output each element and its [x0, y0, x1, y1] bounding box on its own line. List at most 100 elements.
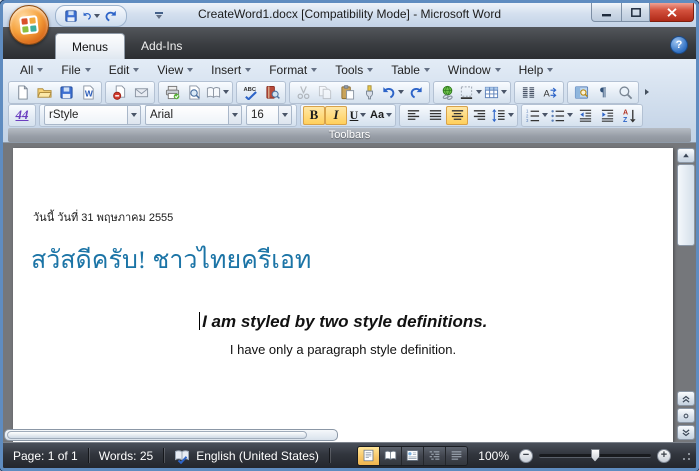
- select-browse-object-icon[interactable]: [677, 408, 695, 423]
- chevron-down-icon[interactable]: [476, 90, 482, 94]
- redo-button[interactable]: [405, 83, 427, 102]
- menu-table[interactable]: Table: [383, 61, 438, 79]
- numbered-list-button[interactable]: [524, 106, 549, 125]
- justify-button[interactable]: [424, 106, 446, 125]
- save-button[interactable]: [55, 83, 77, 102]
- spelling-check-button[interactable]: [239, 83, 261, 102]
- horizontal-scrollbar[interactable]: [4, 429, 338, 441]
- toolbar-group: 44: [8, 103, 36, 127]
- scroll-up-icon[interactable]: [677, 148, 695, 163]
- font-size-combo[interactable]: 16: [246, 105, 292, 125]
- chevron-down-icon[interactable]: [567, 113, 574, 117]
- font-combo[interactable]: Arial: [145, 105, 242, 125]
- print-layout-view-button[interactable]: [358, 446, 380, 465]
- copy-button[interactable]: [314, 83, 336, 102]
- increase-indent-button[interactable]: [596, 106, 618, 125]
- menu-view[interactable]: View: [149, 61, 201, 79]
- columns-button[interactable]: [517, 83, 539, 102]
- chevron-down-icon[interactable]: [386, 113, 393, 117]
- insert-table-button[interactable]: [483, 83, 508, 102]
- underline-icon: U: [349, 107, 359, 122]
- bulleted-list-button[interactable]: [549, 106, 574, 125]
- email-envelope-button[interactable]: [130, 83, 152, 102]
- titlebar: CreateWord1.docx [Compatibility Mode] - …: [3, 3, 696, 45]
- resize-grip[interactable]: [679, 449, 692, 462]
- underline-button[interactable]: U: [347, 106, 369, 125]
- help-icon[interactable]: ?: [670, 36, 688, 54]
- document-page[interactable]: วันนี้ วันที่ 31 พฤษภาคม 2555 สวัสดีครับ…: [13, 148, 673, 442]
- menu-insert[interactable]: Insert: [203, 61, 259, 79]
- menu-help[interactable]: Help: [511, 61, 562, 79]
- chevron-down-icon[interactable]: [223, 90, 229, 94]
- align-center-button[interactable]: [446, 105, 469, 125]
- sort-az-button[interactable]: [618, 106, 640, 125]
- menu-format[interactable]: Format: [261, 61, 325, 79]
- text-direction-button[interactable]: [539, 83, 561, 102]
- line-spacing-button[interactable]: [490, 106, 515, 125]
- vertical-scrollbar[interactable]: [677, 148, 695, 441]
- cut-scissors-button[interactable]: [292, 83, 314, 102]
- chevron-down-icon[interactable]: [398, 90, 404, 94]
- draft-view-button[interactable]: [445, 446, 468, 465]
- next-page-icon[interactable]: [677, 425, 695, 440]
- fullscreen-reading-view-button[interactable]: [379, 446, 402, 465]
- zoom-level[interactable]: 100%: [474, 449, 513, 463]
- toolbar-overflow-button[interactable]: [643, 85, 651, 99]
- page-indicator[interactable]: Page: 1 of 1: [3, 449, 88, 463]
- open-folder-button[interactable]: [33, 83, 55, 102]
- bold-button[interactable]: B: [303, 105, 325, 125]
- zoom-in-button[interactable]: +: [657, 448, 671, 463]
- close-document-button[interactable]: [108, 83, 130, 102]
- office-button[interactable]: [9, 5, 49, 45]
- styles-and-formatting-button[interactable]: 44: [11, 106, 33, 125]
- chevron-down-icon[interactable]: [228, 106, 241, 124]
- vertical-scroll-thumb[interactable]: [677, 164, 695, 246]
- previous-page-icon[interactable]: [677, 391, 695, 406]
- style-combo[interactable]: rStyle: [44, 105, 141, 125]
- chevron-down-icon[interactable]: [278, 106, 291, 124]
- close-button[interactable]: [650, 3, 694, 22]
- hyperlink-globe-button[interactable]: [436, 83, 458, 102]
- zoom-slider[interactable]: [539, 448, 651, 463]
- minimize-button[interactable]: [591, 3, 622, 22]
- italic-button[interactable]: I: [325, 105, 347, 125]
- chevron-down-icon[interactable]: [360, 113, 367, 117]
- reading-book-button[interactable]: [205, 83, 230, 102]
- menu-all[interactable]: All: [12, 61, 51, 79]
- menu-tools[interactable]: Tools: [327, 61, 381, 79]
- document-map-button[interactable]: [570, 83, 592, 102]
- outline-view-button[interactable]: [423, 446, 446, 465]
- word-document-button[interactable]: [77, 83, 99, 102]
- format-painter-button[interactable]: [358, 83, 380, 102]
- tab-menus[interactable]: Menus: [55, 33, 126, 59]
- chevron-down-icon[interactable]: [501, 90, 507, 94]
- chevron-down-icon[interactable]: [127, 106, 140, 124]
- paste-clipboard-button[interactable]: [336, 83, 358, 102]
- language-indicator[interactable]: English (United States): [164, 448, 329, 464]
- align-left-button[interactable]: [402, 106, 424, 125]
- menu-edit[interactable]: Edit: [101, 61, 148, 79]
- decrease-indent-button[interactable]: [574, 106, 596, 125]
- research-book-button[interactable]: [261, 83, 283, 102]
- zoom-magnifier-button[interactable]: [614, 83, 636, 102]
- tab-add-ins[interactable]: Add-Ins: [125, 33, 198, 59]
- chevron-down-icon[interactable]: [508, 113, 515, 117]
- zoom-slider-thumb[interactable]: [590, 448, 600, 462]
- change-case-button[interactable]: Aa: [369, 106, 393, 125]
- menu-file[interactable]: File: [53, 61, 98, 79]
- undo-button[interactable]: [380, 83, 405, 102]
- menu-window[interactable]: Window: [440, 61, 509, 79]
- horizontal-scroll-thumb[interactable]: [7, 431, 307, 439]
- show-hide-pilcrow-button[interactable]: ¶: [592, 83, 614, 102]
- borders-button[interactable]: [458, 83, 483, 102]
- align-right-button[interactable]: [468, 106, 490, 125]
- zoom-out-button[interactable]: −: [519, 448, 533, 463]
- new-document-button[interactable]: [11, 83, 33, 102]
- office-logo-icon: [19, 15, 39, 35]
- print-button[interactable]: [161, 83, 183, 102]
- maximize-button[interactable]: [622, 3, 650, 22]
- web-layout-view-button[interactable]: [401, 446, 424, 465]
- chevron-down-icon[interactable]: [542, 113, 549, 117]
- word-count[interactable]: Words: 25: [89, 449, 163, 463]
- print-preview-button[interactable]: [183, 83, 205, 102]
